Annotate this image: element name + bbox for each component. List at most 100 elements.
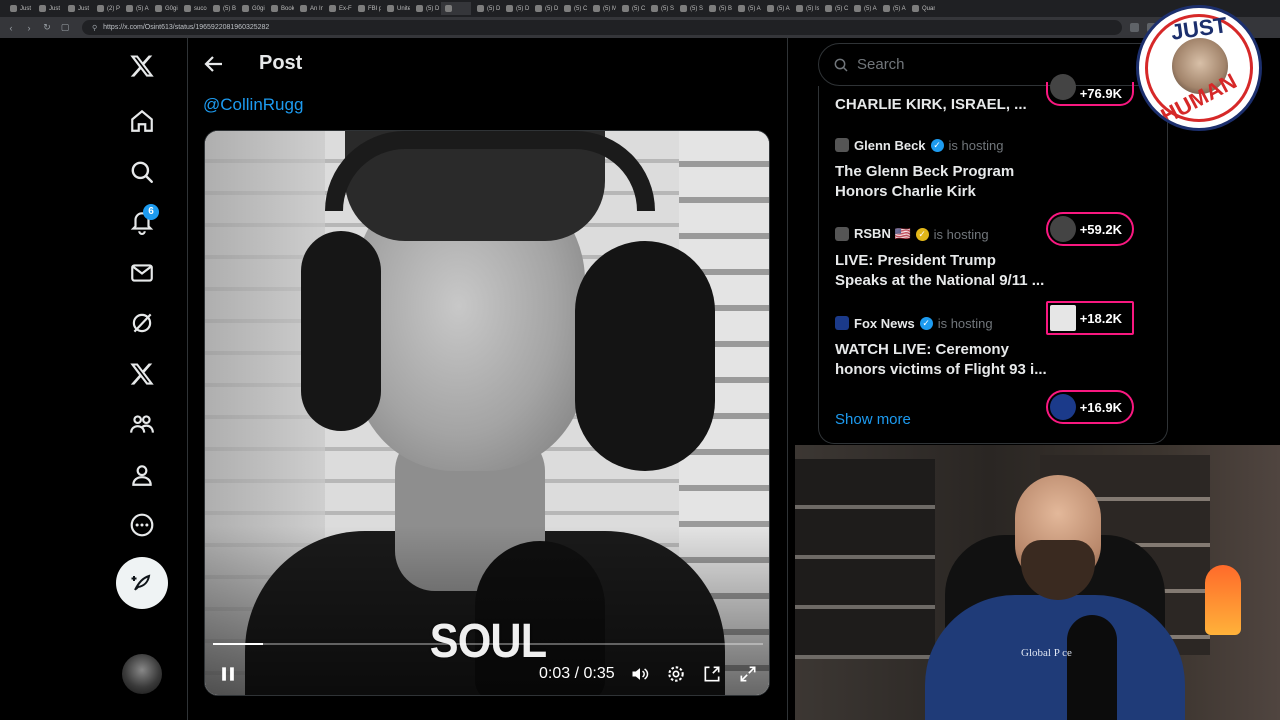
- tab-label: (5) C: [835, 5, 848, 12]
- tab-label: (2) P: [107, 5, 120, 12]
- browser-address-bar: ‹ › ↻ ▢ ⚲ https://x.com/Osint613/status/…: [0, 17, 1280, 38]
- tab-label: (5) C: [632, 5, 645, 12]
- tab-label: (5) M: [603, 5, 616, 12]
- premium-x-icon[interactable]: [116, 354, 168, 394]
- x-logo-icon[interactable]: [116, 46, 168, 86]
- browser-tab[interactable]: G0gi: [238, 2, 265, 15]
- tab-label: Ex-FI: [339, 5, 352, 12]
- browser-tab[interactable]: (5) C: [821, 2, 848, 15]
- video-progress-bar[interactable]: [213, 643, 763, 645]
- more-options-icon[interactable]: [116, 505, 168, 545]
- tab-label: G0gi: [252, 5, 265, 12]
- tab-favicon-icon: [97, 5, 104, 12]
- tab-label: (5) S: [690, 5, 703, 12]
- host-name: Fox News: [854, 315, 915, 331]
- browser-tab[interactable]: (2) P: [93, 2, 120, 15]
- gear-icon: [668, 666, 684, 682]
- browser-tab[interactable]: (5) A: [763, 2, 790, 15]
- notifications-bell-icon[interactable]: 6: [116, 202, 168, 242]
- browser-tab[interactable]: [441, 2, 471, 15]
- fullscreen-button[interactable]: [737, 663, 759, 685]
- account-avatar[interactable]: [122, 654, 162, 694]
- space-listeners-pill[interactable]: +76.9K: [1046, 74, 1134, 106]
- browser-tab[interactable]: (5) D: [412, 2, 439, 15]
- browser-tab[interactable]: (5) D: [531, 2, 558, 15]
- space-listeners-pill[interactable]: +16.9K: [1046, 390, 1134, 424]
- tab-favicon-icon: [651, 5, 658, 12]
- show-more-link[interactable]: Show more: [835, 411, 911, 428]
- home-icon[interactable]: [116, 101, 168, 141]
- browser-tab[interactable]: (5) D: [502, 2, 529, 15]
- tab-favicon-icon: [39, 5, 46, 12]
- tab-label: (5) A: [893, 5, 906, 12]
- browser-tab[interactable]: Just: [64, 2, 91, 15]
- browser-tab[interactable]: (5) C: [560, 2, 587, 15]
- browser-tab[interactable]: Book: [267, 2, 294, 15]
- site-info-icon[interactable]: ⚲: [92, 24, 97, 32]
- compose-post-button[interactable]: [116, 557, 168, 609]
- browser-tab[interactable]: (5) A: [734, 2, 761, 15]
- browser-tab[interactable]: (5) B: [209, 2, 236, 15]
- browser-tab[interactable]: (5) S: [676, 2, 703, 15]
- back-arrow-icon[interactable]: [202, 52, 226, 76]
- bookmark-icon[interactable]: ▢: [60, 22, 70, 33]
- browser-tab[interactable]: Ex-FI: [325, 2, 352, 15]
- browser-tab[interactable]: (5) D: [473, 2, 500, 15]
- space-title: The Glenn Beck Program Honors Charlie Ki…: [835, 162, 1050, 202]
- messages-mail-icon[interactable]: [116, 253, 168, 293]
- tab-favicon-icon: [271, 5, 278, 12]
- browser-tab[interactable]: An In: [296, 2, 323, 15]
- browser-tab[interactable]: Unite: [383, 2, 410, 15]
- browser-tab[interactable]: (5) A: [122, 2, 149, 15]
- tab-favicon-icon: [184, 5, 191, 12]
- tab-label: (5) A: [864, 5, 877, 12]
- tab-label: Just: [20, 5, 32, 12]
- browser-tab[interactable]: Just: [35, 2, 62, 15]
- browser-tab[interactable]: G0gi: [151, 2, 178, 15]
- tab-favicon-icon: [329, 5, 336, 12]
- settings-button[interactable]: [665, 663, 687, 685]
- browser-tab[interactable]: (5) Se: [647, 2, 674, 15]
- tab-label: An In: [310, 5, 323, 12]
- browser-tab[interactable]: (5) A: [850, 2, 877, 15]
- space-avatar: [1050, 74, 1076, 100]
- space-item[interactable]: Glenn Beck ✓ is hosting The Glenn Beck P…: [835, 136, 1155, 202]
- space-item[interactable]: RSBN 🇺🇸 ✓ is hosting LIVE: President Tru…: [835, 225, 1155, 291]
- verified-badge-icon: ✓: [919, 316, 933, 330]
- browser-tab[interactable]: (5) A: [879, 2, 906, 15]
- tab-label: (5) D: [426, 5, 439, 12]
- browser-tab[interactable]: Just: [6, 2, 33, 15]
- tab-label: (5) B: [719, 5, 732, 12]
- communities-icon[interactable]: [116, 404, 168, 444]
- browser-tab[interactable]: (5) M: [589, 2, 616, 15]
- tab-favicon-icon: [300, 5, 307, 12]
- pause-button[interactable]: [217, 663, 239, 685]
- reload-icon[interactable]: ↻: [42, 22, 52, 33]
- forward-arrow-icon[interactable]: ›: [24, 23, 34, 33]
- back-arrow-icon[interactable]: ‹: [6, 23, 16, 33]
- browser-tab[interactable]: Quan: [908, 2, 935, 15]
- tab-favicon-icon: [387, 5, 394, 12]
- browser-tab[interactable]: (5) C: [618, 2, 645, 15]
- url-field[interactable]: ⚲ https://x.com/Osint613/status/19659220…: [82, 20, 1122, 35]
- tab-favicon-icon: [767, 5, 774, 12]
- host-avatar: [835, 316, 849, 330]
- host-avatar: [835, 138, 849, 152]
- space-item[interactable]: Fox News ✓ is hosting WATCH LIVE: Ceremo…: [835, 314, 1155, 380]
- browser-tab[interactable]: FBI p: [354, 2, 381, 15]
- extension-icon[interactable]: [1130, 23, 1139, 32]
- volume-button[interactable]: [629, 663, 651, 685]
- mention-link[interactable]: @CollinRugg: [203, 95, 303, 115]
- search-input[interactable]: Search: [857, 56, 905, 73]
- grok-icon[interactable]: [116, 303, 168, 343]
- video-player[interactable]: SOUL 0:03 / 0:35: [204, 130, 770, 696]
- profile-person-icon[interactable]: [116, 455, 168, 495]
- browser-tab[interactable]: (5) Is: [792, 2, 819, 15]
- tab-label: FBI p: [368, 5, 381, 12]
- explore-search-icon[interactable]: [116, 152, 168, 192]
- picture-in-picture-button[interactable]: [701, 663, 723, 685]
- channel-logo: JUST HUMAN: [1136, 5, 1262, 131]
- browser-tab[interactable]: (5) B: [705, 2, 732, 15]
- space-host-row: Fox News ✓ is hosting: [835, 314, 1155, 332]
- browser-tab[interactable]: succe: [180, 2, 207, 15]
